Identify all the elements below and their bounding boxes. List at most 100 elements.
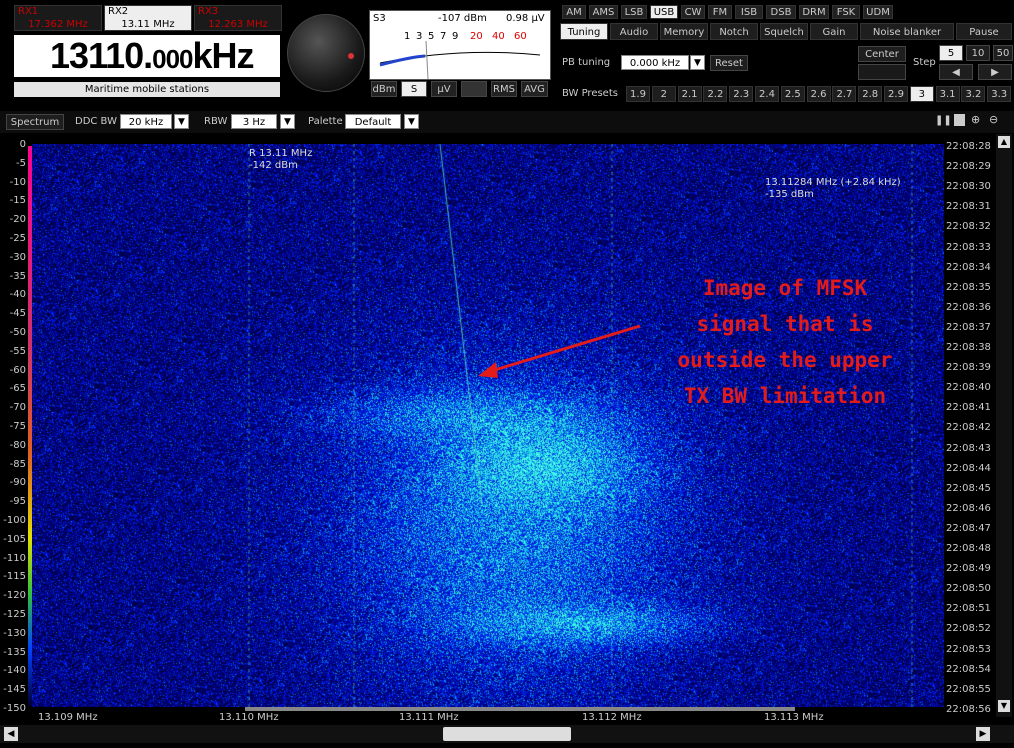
mode-dsb[interactable]: DSB <box>766 5 796 19</box>
mode-isb[interactable]: ISB <box>735 5 763 19</box>
pause-icon[interactable]: ❚❚ <box>935 115 952 126</box>
mode-udm[interactable]: UDM <box>863 5 893 19</box>
scroll-down-icon[interactable]: ▼ <box>998 700 1010 712</box>
center-button[interactable]: Center <box>858 46 906 62</box>
rx2-tab[interactable]: RX2 13.11 MHz <box>104 5 192 31</box>
x-tick-label: 13.112 MHz <box>582 712 642 723</box>
bw-preset-button[interactable]: 2.8 <box>858 86 883 102</box>
scroll-up-icon[interactable]: ▲ <box>998 136 1010 148</box>
bw-preset-button[interactable]: 3.1 <box>935 86 960 102</box>
palette-dropdown-icon[interactable]: ▼ <box>404 114 419 129</box>
step-10-button[interactable]: 10 <box>966 45 990 61</box>
bw-presets-label: BW Presets <box>562 88 618 99</box>
mode-cw[interactable]: CW <box>681 5 705 19</box>
zoom-out-icon[interactable]: ⊖ <box>989 113 998 126</box>
frequency-unit: kHz <box>192 35 255 76</box>
scroll-thumb[interactable] <box>443 727 571 741</box>
time-tick-label: 22:08:52 <box>946 623 991 635</box>
y-tick-label: -65 <box>9 383 26 395</box>
horizontal-scrollbar[interactable]: ◀ ▶ <box>0 725 1014 743</box>
zoom-in-icon[interactable]: ⊕ <box>971 113 980 126</box>
step-50-button[interactable]: 50 <box>993 45 1013 61</box>
rbw-field[interactable]: 3 Hz <box>231 114 277 129</box>
time-tick-label: 22:08:40 <box>946 382 991 394</box>
tab-pause[interactable]: Pause <box>956 23 1012 40</box>
bw-preset-button[interactable]: 2.9 <box>884 86 908 102</box>
bw-preset-button[interactable]: 2.1 <box>677 86 702 102</box>
vertical-scrollbar[interactable]: ▲ ▼ <box>996 134 1012 717</box>
tab-memory[interactable]: Memory <box>660 23 708 40</box>
mode-fsk[interactable]: FSK <box>832 5 860 19</box>
bw-preset-button[interactable]: 3 <box>909 86 934 102</box>
uv-button[interactable]: µV <box>431 81 457 97</box>
rx1-tab[interactable]: RX1 17.362 MHz <box>14 5 102 31</box>
bw-preset-button[interactable]: 2.4 <box>755 86 779 102</box>
ddc-dropdown-icon[interactable]: ▼ <box>174 114 189 129</box>
bw-preset-button[interactable]: 1.9 <box>626 86 650 102</box>
dbm-button[interactable]: dBm <box>371 81 397 97</box>
bw-preset-button[interactable]: 2.6 <box>806 86 831 102</box>
palette-field[interactable]: Default <box>345 114 401 129</box>
time-tick-label: 22:08:41 <box>946 402 991 414</box>
tab-audio[interactable]: Audio <box>610 23 658 40</box>
save-icon[interactable] <box>954 114 965 126</box>
s-meter: S3 -107 dBm 0.98 µV 1 3 5 7 9 20 40 60 <box>369 10 551 80</box>
bw-preset-button[interactable]: 2.5 <box>780 86 805 102</box>
y-tick-label: -130 <box>3 627 26 639</box>
tuning-knob[interactable] <box>287 14 365 92</box>
time-tick-label: 22:08:43 <box>946 442 991 454</box>
rx3-name: RX3 <box>198 6 219 17</box>
bw-preset-button[interactable]: 2.2 <box>703 86 728 102</box>
y-tick-label: -115 <box>3 571 26 583</box>
tab-gain[interactable]: Gain <box>810 23 858 40</box>
bw-preset-button[interactable]: 2.3 <box>729 86 754 102</box>
waterfall[interactable] <box>32 144 944 707</box>
y-tick-label: -15 <box>9 195 26 207</box>
y-tick-label: -10 <box>9 176 26 188</box>
tab-tuning[interactable]: Tuning <box>560 23 608 40</box>
mode-usb[interactable]: USB <box>650 5 678 19</box>
cursor-right-label: 13.11284 MHz (+2.84 kHz) -135 dBm <box>765 177 901 201</box>
mode-lsb[interactable]: LSB <box>621 5 647 19</box>
avg-button[interactable]: AVG <box>521 81 548 97</box>
mode-drm[interactable]: DRM <box>799 5 829 19</box>
s-button[interactable]: S <box>401 81 427 97</box>
rbw-dropdown-icon[interactable]: ▼ <box>280 114 295 129</box>
y-tick-label: -80 <box>9 439 26 451</box>
rx3-tab[interactable]: RX3 12.263 MHz <box>194 5 282 31</box>
tab-squelch[interactable]: Squelch <box>760 23 808 40</box>
center-blank-button[interactable] <box>858 64 906 80</box>
reset-button[interactable]: Reset <box>710 55 748 71</box>
spectrum-button[interactable]: Spectrum <box>6 114 64 130</box>
ddc-bw-field[interactable]: 20 kHz <box>120 114 172 129</box>
y-tick-label: -45 <box>9 308 26 320</box>
annotation-line-2: signal that is <box>696 312 874 336</box>
time-tick-label: 22:08:35 <box>946 281 991 293</box>
pb-tuning-field[interactable]: 0.000 kHz <box>621 55 689 70</box>
mode-fm[interactable]: FM <box>708 5 732 19</box>
step-5-button[interactable]: 5 <box>939 45 963 61</box>
scroll-right-icon[interactable]: ▶ <box>976 727 990 741</box>
step-right-icon[interactable]: ▶ <box>978 64 1012 80</box>
bw-preset-button[interactable]: 2 <box>651 86 676 102</box>
pb-dropdown-icon[interactable]: ▼ <box>690 55 705 70</box>
annotation-line-1: Image of MFSK <box>702 276 868 300</box>
step-label: Step <box>913 57 936 68</box>
time-tick-label: 22:08:48 <box>946 543 991 554</box>
tab-notch[interactable]: Notch <box>710 23 758 40</box>
bw-preset-button[interactable]: 2.7 <box>832 86 857 102</box>
bw-preset-button[interactable]: 3.3 <box>987 86 1012 102</box>
rms-button[interactable]: RMS <box>491 81 517 97</box>
step-left-icon[interactable]: ◀ <box>939 64 973 80</box>
tab-noise-blanker[interactable]: Noise blanker <box>860 23 954 40</box>
scroll-left-icon[interactable]: ◀ <box>4 727 18 741</box>
x-tick-label: 13.113 MHz <box>764 712 824 723</box>
bw-preset-button[interactable]: 3.2 <box>961 86 986 102</box>
rx1-name: RX1 <box>18 6 39 17</box>
y-tick-label: -75 <box>9 421 26 432</box>
y-tick-label: -55 <box>9 345 26 357</box>
blank-button[interactable] <box>461 81 487 97</box>
mode-ams[interactable]: AMS <box>589 5 618 19</box>
frequency-display[interactable]: 13110.000kHz <box>14 35 280 77</box>
mode-am[interactable]: AM <box>562 5 586 19</box>
